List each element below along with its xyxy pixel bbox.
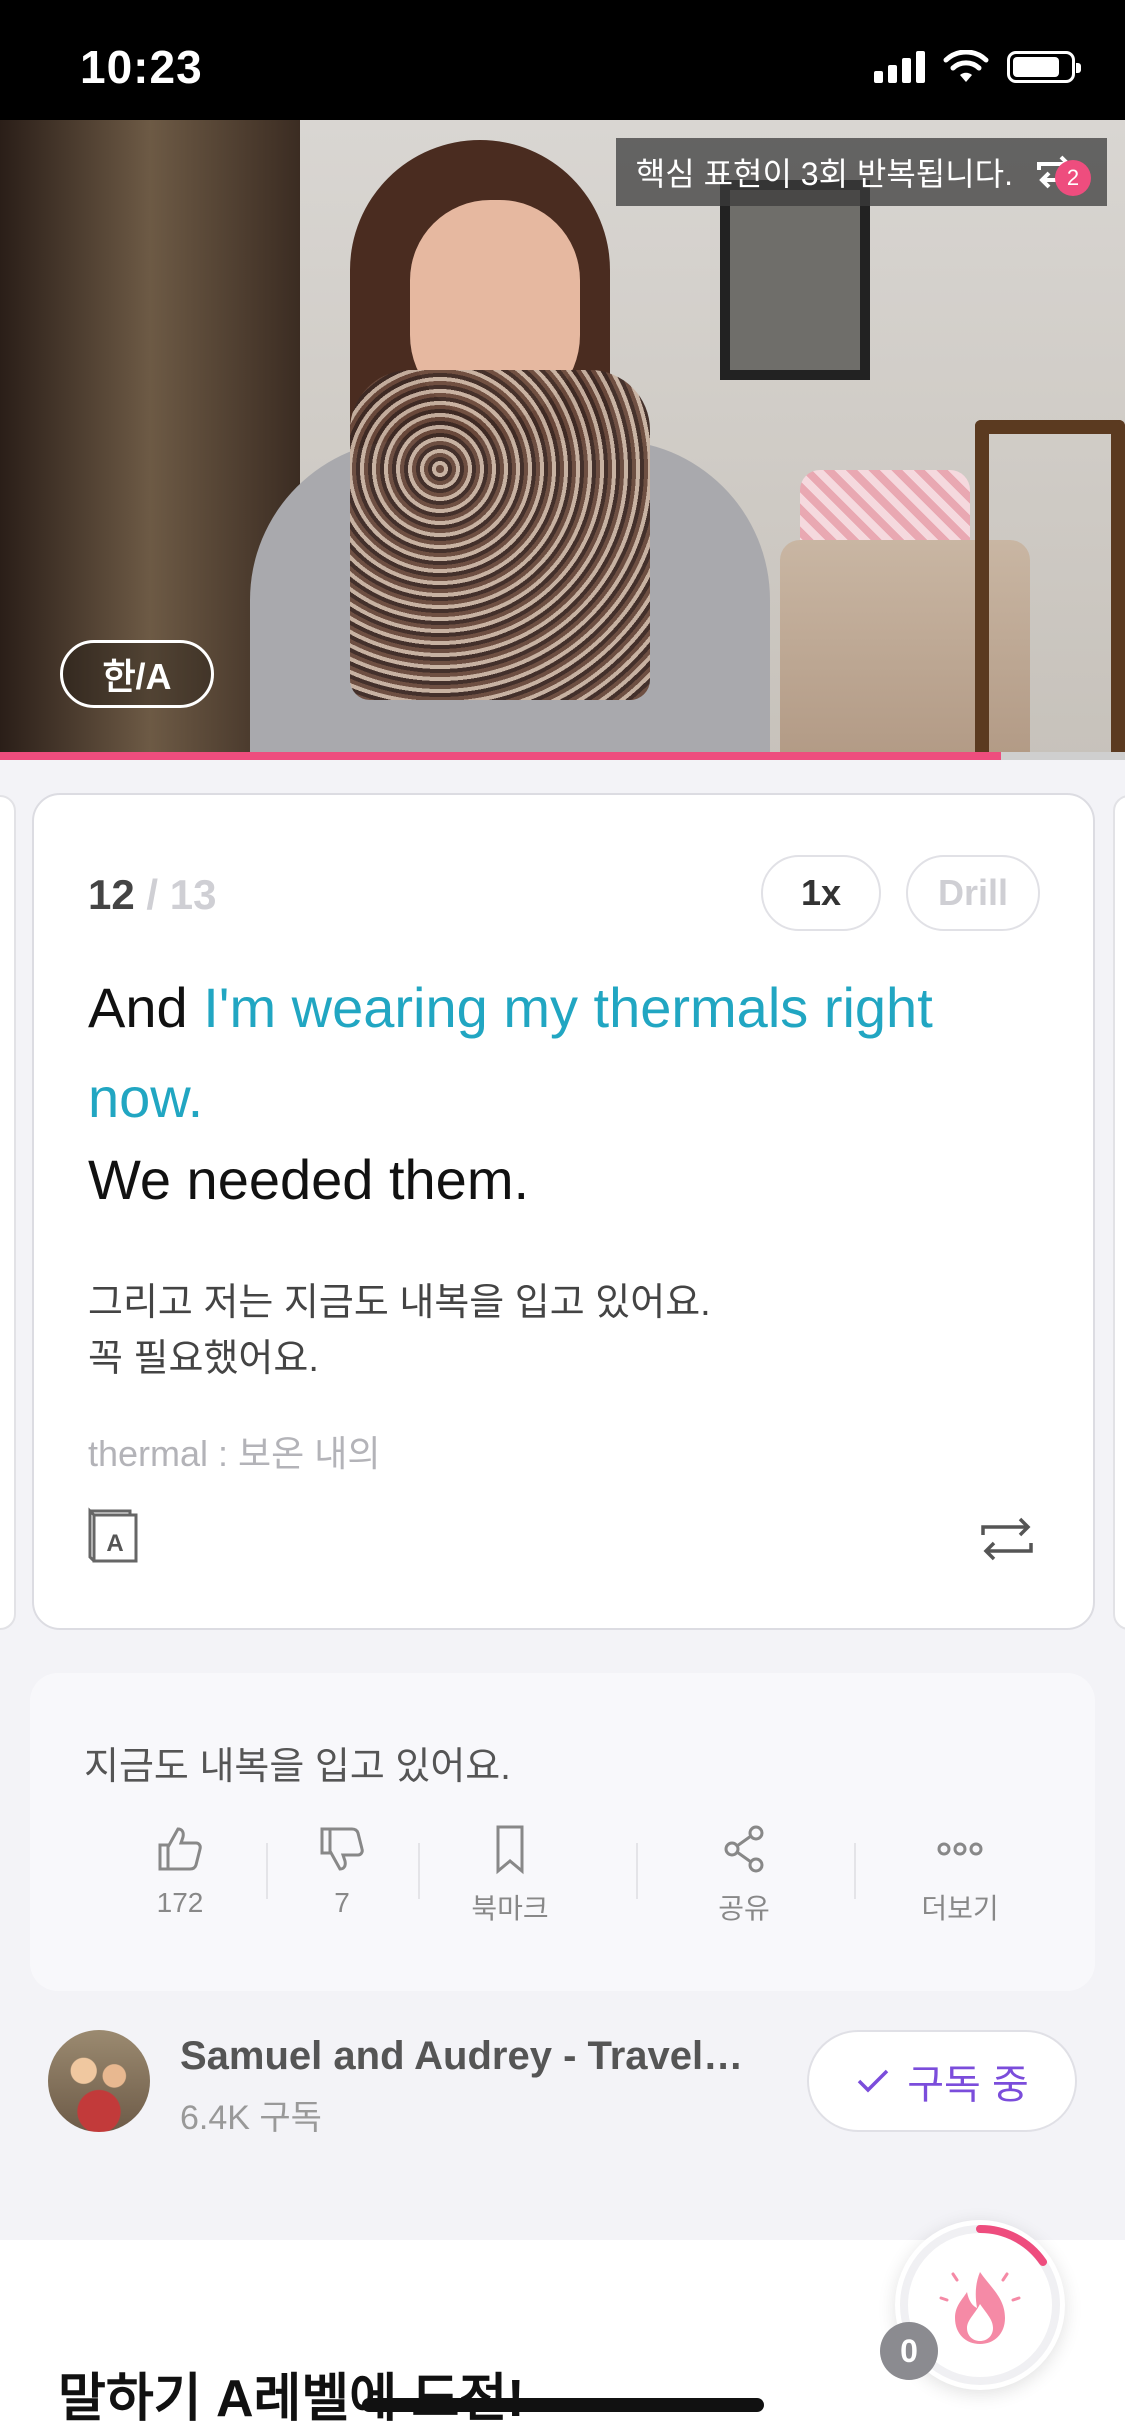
action-bar: 172 7 북마크 공유 더보기 xyxy=(30,1823,1095,1943)
previous-card-edge[interactable] xyxy=(0,795,16,1630)
more-button[interactable]: 더보기 xyxy=(880,1823,1040,1927)
video-progress-bar[interactable] xyxy=(0,752,1125,760)
current-index: 12 xyxy=(88,871,135,918)
channel-avatar[interactable] xyxy=(48,2030,150,2132)
streak-count-badge: 0 xyxy=(880,2322,938,2380)
home-indicator[interactable] xyxy=(362,2398,764,2412)
subscribed-label: 구독 중 xyxy=(907,2063,1029,2107)
video-progress-fill xyxy=(0,752,1002,760)
english-key-expression[interactable]: I'm wearing my thermals right now. xyxy=(88,976,933,1129)
korean-line-2: 꼭 필요했어요. xyxy=(88,1338,319,1380)
more-label: 더보기 xyxy=(921,1893,999,1924)
video-person xyxy=(230,140,790,760)
thumbs-up-icon xyxy=(158,1827,202,1871)
english-plain-text: And xyxy=(88,976,204,1039)
loop-icon[interactable] xyxy=(977,1513,1037,1565)
dislike-button[interactable]: 7 xyxy=(292,1823,392,1919)
subscribed-button[interactable]: 구독 중 xyxy=(807,2030,1077,2132)
bookmark-icon xyxy=(496,1825,524,1875)
status-time: 10:23 xyxy=(80,41,203,93)
check-icon xyxy=(857,2069,889,2093)
subtitle-language-toggle[interactable]: 한/A xyxy=(60,640,214,708)
bookmark-label: 북마크 xyxy=(471,1893,549,1924)
drill-button[interactable]: Drill xyxy=(906,855,1040,931)
challenge-title[interactable]: 말하기 A레벨에 도전! xyxy=(58,2356,524,2431)
english-sentence: And I'm wearing my thermals right now. xyxy=(88,963,1048,1143)
share-label: 공유 xyxy=(718,1893,770,1924)
dictionary-icon[interactable]: A xyxy=(86,1507,140,1565)
repeat-icon: 2 xyxy=(1033,152,1091,196)
svg-text:A: A xyxy=(106,1530,123,1557)
sentence-card: 12 / 13 1x Drill And I'm wearing my ther… xyxy=(32,793,1095,1630)
total-count: / 13 xyxy=(146,871,217,918)
next-card-edge[interactable] xyxy=(1113,795,1125,1630)
dislike-count: 7 xyxy=(334,1887,350,1918)
korean-translation: 그리고 저는 지금도 내복을 입고 있어요. 꼭 필요했어요. xyxy=(88,1275,711,1387)
sentence-info-panel: 지금도 내복을 입고 있어요. 172 7 북마크 공유 더보기 xyxy=(30,1673,1095,1991)
korean-line-1: 그리고 저는 지금도 내복을 입고 있어요. xyxy=(88,1282,711,1324)
repeat-banner[interactable]: 핵심 표현이 3회 반복됩니다. 2 xyxy=(615,138,1107,206)
battery-icon xyxy=(1007,51,1081,83)
channel-row[interactable]: Samuel and Audrey - Travel… 6.4K 구독 구독 중 xyxy=(0,2020,1125,2140)
like-count: 172 xyxy=(156,1887,204,1918)
vocabulary-note: thermal : 보온 내의 xyxy=(88,1433,381,1474)
video-player[interactable]: 핵심 표현이 3회 반복됩니다. 2 한/A xyxy=(0,120,1125,760)
share-icon xyxy=(724,1825,764,1873)
speed-button[interactable]: 1x xyxy=(761,855,881,931)
like-button[interactable]: 172 xyxy=(130,1823,230,1919)
share-button[interactable]: 공유 xyxy=(664,1823,824,1927)
more-icon xyxy=(937,1842,983,1856)
info-sentence: 지금도 내복을 입고 있어요. xyxy=(84,1746,511,1788)
status-icons xyxy=(874,50,1081,84)
repeat-banner-text: 핵심 표현이 3회 반복됩니다. xyxy=(635,156,1013,192)
thumbs-down-icon xyxy=(320,1827,364,1871)
fire-icon xyxy=(939,2272,1021,2344)
sentence-counter: 12 / 13 xyxy=(88,871,216,919)
channel-name[interactable]: Samuel and Audrey - Travel… xyxy=(180,2034,740,2079)
bookmark-button[interactable]: 북마크 xyxy=(440,1823,580,1927)
wifi-icon xyxy=(943,50,989,82)
english-sentence-2: We needed them. xyxy=(88,1148,530,1211)
status-bar: 10:23 xyxy=(0,0,1125,120)
repeat-count-badge: 2 xyxy=(1055,160,1091,196)
cellular-signal-icon xyxy=(874,51,925,83)
subscriber-count: 6.4K 구독 xyxy=(180,2099,322,2137)
